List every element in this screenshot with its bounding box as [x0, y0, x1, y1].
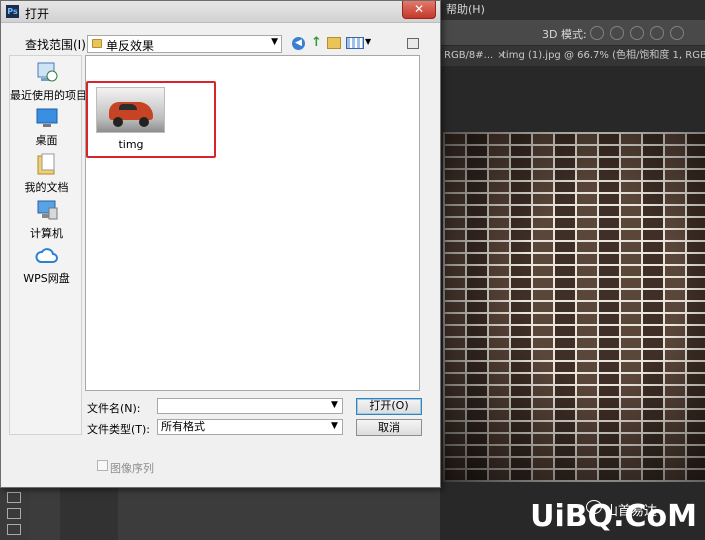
lookin-label: 查找范围(I):	[25, 38, 90, 52]
doc-tab-label: RGB/8#...	[444, 50, 494, 61]
ps-tools-panel	[0, 488, 30, 540]
place-desktop[interactable]: 桌面	[10, 107, 83, 148]
photoshop-logo-icon: Ps	[6, 5, 19, 18]
drag-3d-icon[interactable]	[630, 26, 644, 40]
roll-3d-icon[interactable]	[610, 26, 624, 40]
open-dialog: Ps 打开 ✕ 查找范围(I): 单反效果 ▼ ◀ ↑ ▼ 最近使用的项目 桌面	[0, 0, 441, 488]
new-folder-icon[interactable]	[327, 37, 341, 49]
ps-side-panel	[60, 488, 118, 540]
file-list[interactable]: timg	[85, 55, 420, 391]
menu-help[interactable]: 帮助(H)	[446, 3, 485, 16]
folder-icon	[92, 39, 102, 48]
filename-input[interactable]	[157, 398, 343, 414]
documents-icon	[37, 153, 54, 175]
watermark: UiBQ.CoM	[530, 499, 697, 534]
rotate-3d-icon[interactable]	[590, 26, 604, 40]
open-button[interactable]: 打开(O)	[356, 398, 422, 415]
filetype-label: 文件类型(T):	[87, 423, 151, 436]
up-folder-icon[interactable]: ↑	[310, 35, 323, 51]
mode-3d-label: 3D 模式:	[542, 28, 587, 41]
chevron-down-icon[interactable]: ▼	[365, 37, 371, 46]
chevron-down-icon[interactable]: ▼	[331, 421, 338, 431]
chevron-down-icon[interactable]: ▼	[271, 37, 278, 47]
doc-tab[interactable]: RGB/8#... ×	[440, 46, 506, 66]
lookin-value: 单反效果	[106, 39, 155, 53]
dialog-title: 打开	[25, 7, 50, 21]
brick-wall-canvas[interactable]	[443, 132, 705, 482]
ps-options-bar: 3D 模式:	[440, 20, 705, 46]
tool-icon[interactable]	[7, 524, 21, 535]
place-label: 计算机	[30, 227, 63, 240]
place-label: 最近使用的项目	[10, 89, 87, 102]
place-documents[interactable]: 我的文档	[10, 152, 83, 195]
back-icon[interactable]: ◀	[292, 37, 305, 50]
car-thumbnail	[96, 87, 165, 133]
tool-icon[interactable]	[7, 492, 21, 503]
place-label: WPS网盘	[23, 272, 70, 285]
chevron-down-icon[interactable]: ▼	[331, 400, 338, 410]
place-label: 桌面	[35, 134, 58, 147]
view-menu-icon[interactable]	[346, 37, 364, 49]
ps-menubar: 帮助(H)	[440, 0, 705, 20]
places-bar: 最近使用的项目 桌面 我的文档 计算机 WPS网盘	[9, 55, 87, 435]
computer-icon	[37, 200, 57, 220]
image-sequence-checkbox[interactable]	[97, 460, 108, 471]
place-wps-cloud[interactable]: WPS网盘	[10, 245, 83, 286]
desktop-icon	[36, 108, 57, 127]
slide-3d-icon[interactable]	[650, 26, 664, 40]
doc-tab-label: timg (1).jpg @ 66.7% (色相/饱和度 1, RGB/8#..…	[502, 50, 705, 61]
place-label: 我的文档	[24, 181, 69, 194]
place-computer[interactable]: 计算机	[10, 198, 83, 241]
image-sequence-label: 图像序列	[110, 462, 154, 475]
file-item-timg[interactable]: timg	[86, 81, 216, 158]
place-recent[interactable]: 最近使用的项目	[10, 60, 87, 103]
file-name: timg	[118, 138, 144, 151]
recent-icon	[37, 62, 57, 82]
filename-label: 文件名(N):	[87, 402, 141, 415]
cancel-button[interactable]: 取消	[356, 419, 422, 436]
lookin-combo[interactable]: 单反效果 ▼	[87, 35, 282, 53]
doc-tab[interactable]: timg (1).jpg @ 66.7% (色相/饱和度 1, RGB/8#..…	[498, 46, 705, 66]
scale-3d-icon[interactable]	[670, 26, 684, 40]
dialog-titlebar[interactable]: Ps 打开 ✕	[1, 1, 440, 23]
filetype-select[interactable]: 所有格式	[157, 419, 343, 435]
ps-document-tabs: RGB/8#... × timg (1).jpg @ 66.7% (色相/饱和度 …	[440, 46, 705, 66]
cloud-icon	[34, 248, 58, 263]
close-button[interactable]: ✕	[402, 1, 436, 19]
preview-icon[interactable]	[407, 38, 419, 49]
tool-icon[interactable]	[7, 508, 21, 519]
